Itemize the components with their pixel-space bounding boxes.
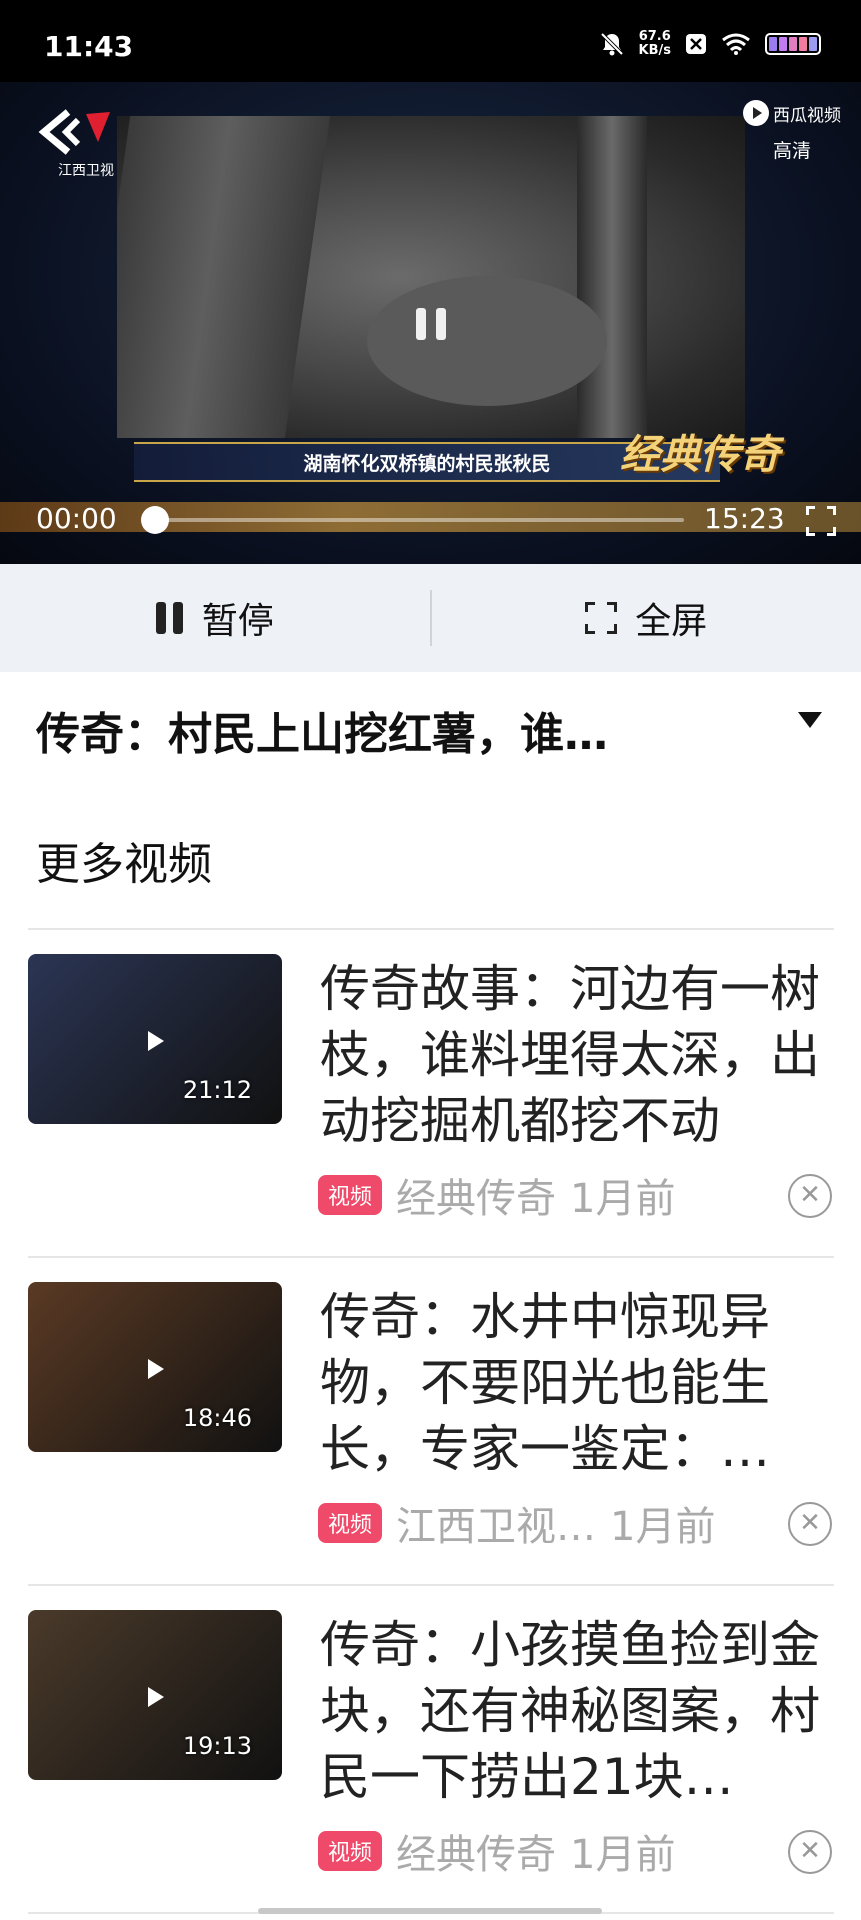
- player-controls: 暂停 全屏: [0, 564, 861, 672]
- play-icon: [148, 1359, 164, 1379]
- channel-logo-icon: [38, 109, 110, 155]
- status-bar: 11:43 67.6 KB/s: [0, 0, 861, 82]
- fullscreen-button[interactable]: 全屏: [432, 564, 861, 672]
- feed-item-title[interactable]: 传奇故事：河边有一树枝，谁料埋得太深，出动挖掘机都挖不动: [320, 956, 840, 1154]
- seek-thumb[interactable]: [141, 506, 169, 534]
- video-time-ago: 1月前: [570, 1832, 676, 1878]
- pause-button[interactable]: 暂停: [0, 564, 430, 672]
- home-indicator[interactable]: [258, 1908, 602, 1914]
- video-badge: 视频: [318, 1175, 383, 1215]
- play-icon: [148, 1687, 164, 1707]
- feed-item[interactable]: 21:12 传奇故事：河边有一树枝，谁料埋得太深，出动挖掘机都挖不动 视频 经典…: [0, 930, 861, 1258]
- dismiss-close-icon[interactable]: ✕: [788, 1830, 832, 1874]
- video-title-row[interactable]: 传奇：村民上山挖红薯，谁…: [36, 698, 836, 762]
- channel-name: 江西卫视: [58, 163, 114, 179]
- dismiss-close-icon[interactable]: ✕: [788, 1174, 832, 1218]
- feed-item[interactable]: 19:13 传奇：小孩摸鱼捡到金块，还有神秘图案，村民一下捞出21块… 视频 经…: [0, 1586, 861, 1914]
- total-time: 15:23: [704, 502, 785, 535]
- dismiss-close-icon[interactable]: ✕: [788, 1502, 832, 1546]
- status-time: 11:43: [44, 30, 134, 63]
- fullscreen-label: 全屏: [635, 601, 708, 642]
- net-speed-value: 67.6: [638, 29, 671, 44]
- feed-item-meta: 视频 经典传奇 1月前: [318, 1166, 675, 1224]
- video-source[interactable]: 经典传奇: [396, 1166, 556, 1224]
- net-speed-unit: KB/s: [638, 43, 671, 58]
- expand-arrow-icon[interactable]: [798, 712, 822, 728]
- video-duration: 21:12: [182, 1076, 252, 1104]
- wifi-icon: [722, 33, 750, 55]
- video-player[interactable]: 江西卫视 西瓜视频 高清 湖南怀化双桥镇的村民张秋民 经典传奇 00:00 15…: [0, 82, 861, 564]
- battery-icon: [765, 33, 821, 55]
- brand-watermark: 西瓜视频: [743, 100, 841, 126]
- video-thumbnail[interactable]: 19:13: [28, 1610, 282, 1780]
- video-thumbnail[interactable]: 21:12: [28, 954, 282, 1124]
- fullscreen-icon: [585, 602, 618, 634]
- net-speed: 67.6 KB/s: [639, 30, 671, 58]
- feed-item-title[interactable]: 传奇：水井中惊现异物，不要阳光也能生长，专家一鉴定：…: [320, 1284, 840, 1482]
- more-videos-heading: 更多视频: [36, 839, 212, 890]
- play-icon: [148, 1031, 164, 1051]
- video-duration: 19:13: [182, 1732, 252, 1760]
- feed-item-meta: 视频 江西卫视… 1月前: [318, 1494, 715, 1552]
- fullscreen-icon[interactable]: [806, 506, 836, 536]
- video-source[interactable]: 经典传奇: [396, 1822, 556, 1880]
- mute-bell-icon: [600, 32, 623, 56]
- feed-item[interactable]: 18:46 传奇：水井中惊现异物，不要阳光也能生长，专家一鉴定：… 视频 江西卫…: [0, 1258, 861, 1586]
- video-source[interactable]: 江西卫视…: [396, 1494, 596, 1552]
- brand-name: 西瓜视频: [773, 105, 841, 126]
- video-badge: 视频: [318, 1831, 383, 1871]
- show-logo: 经典传奇: [620, 432, 780, 478]
- pause-label: 暂停: [201, 601, 274, 642]
- pause-icon[interactable]: [412, 304, 452, 344]
- pause-icon: [155, 602, 184, 634]
- feed-item-meta: 视频 经典传奇 1月前: [318, 1822, 675, 1880]
- video-frame[interactable]: [117, 116, 745, 438]
- video-title: 传奇：村民上山挖红薯，谁…: [36, 709, 608, 760]
- video-time-ago: 1月前: [570, 1176, 676, 1222]
- seek-bar[interactable]: [154, 518, 684, 522]
- video-duration: 18:46: [182, 1404, 252, 1432]
- video-badge: 视频: [318, 1503, 383, 1543]
- status-icons: 67.6 KB/s: [599, 30, 821, 58]
- video-thumbnail[interactable]: 18:46: [28, 1282, 282, 1452]
- feed-item-title[interactable]: 传奇：小孩摸鱼捡到金块，还有神秘图案，村民一下捞出21块…: [320, 1612, 840, 1810]
- xigua-play-icon: [743, 100, 769, 126]
- video-time-ago: 1月前: [610, 1504, 716, 1550]
- current-time: 00:00: [36, 502, 117, 535]
- x-app-icon: [686, 34, 706, 54]
- quality-label[interactable]: 高清: [773, 136, 811, 163]
